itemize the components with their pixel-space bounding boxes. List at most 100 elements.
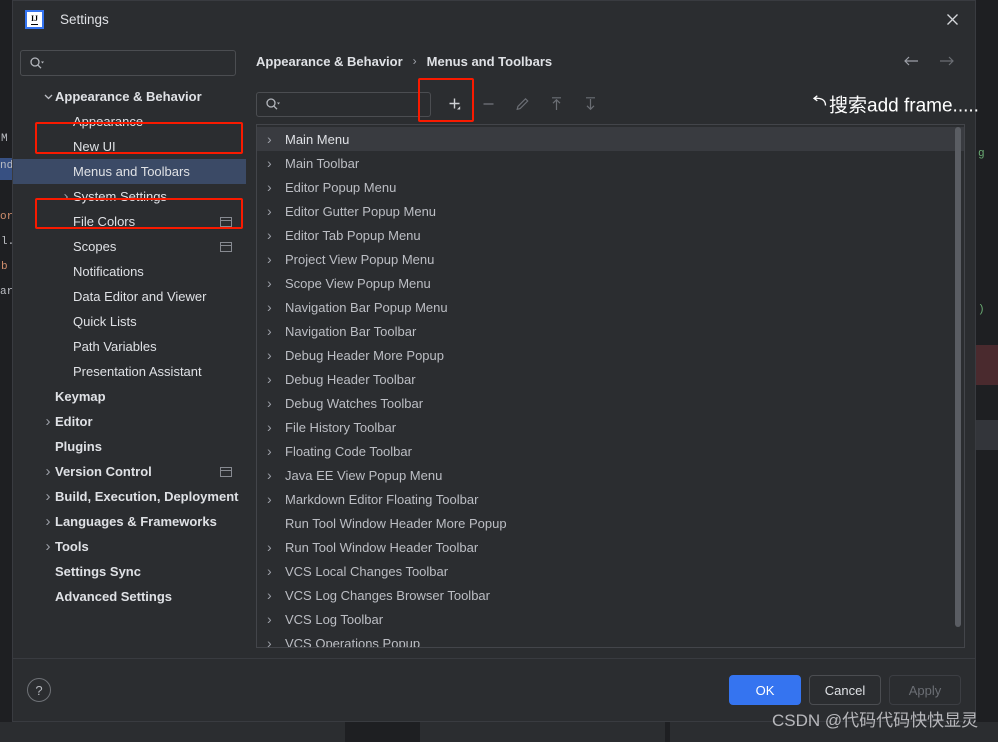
sidebar-item-path-variables[interactable]: Path Variables bbox=[13, 334, 246, 359]
chevron-down-icon[interactable] bbox=[41, 91, 55, 102]
chevron-right-icon[interactable]: › bbox=[41, 513, 55, 530]
chevron-right-icon[interactable]: › bbox=[41, 488, 55, 505]
list-item[interactable]: › Editor Tab Popup Menu bbox=[257, 223, 964, 247]
list-item[interactable]: › Main Toolbar bbox=[257, 151, 964, 175]
ok-button[interactable]: OK bbox=[729, 675, 801, 705]
sidebar-item-label: Languages & Frameworks bbox=[55, 514, 217, 529]
sidebar-item-plugins[interactable]: Plugins bbox=[13, 434, 246, 459]
chevron-right-icon[interactable]: › bbox=[267, 443, 285, 459]
list-item[interactable]: › Editor Gutter Popup Menu bbox=[257, 199, 964, 223]
list-scrollbar[interactable] bbox=[954, 127, 962, 645]
sidebar-item-system-settings[interactable]: › System Settings bbox=[13, 184, 246, 209]
sidebar-item-tools[interactable]: › Tools bbox=[13, 534, 246, 559]
chevron-right-icon[interactable]: › bbox=[267, 611, 285, 627]
chevron-right-icon[interactable]: › bbox=[267, 467, 285, 483]
chevron-right-icon[interactable]: › bbox=[267, 227, 285, 243]
chevron-right-icon[interactable]: › bbox=[267, 395, 285, 411]
chevron-right-icon[interactable]: › bbox=[41, 538, 55, 555]
list-item[interactable]: › VCS Log Toolbar bbox=[257, 607, 964, 631]
list-item[interactable]: › File History Toolbar bbox=[257, 415, 964, 439]
chevron-right-icon[interactable]: › bbox=[267, 539, 285, 555]
chevron-right-icon[interactable]: › bbox=[267, 371, 285, 387]
close-icon[interactable] bbox=[929, 1, 975, 38]
chevron-right-icon[interactable]: › bbox=[267, 299, 285, 315]
sidebar-item-data-editor-and-viewer[interactable]: Data Editor and Viewer bbox=[13, 284, 246, 309]
list-item[interactable]: › Scope View Popup Menu bbox=[257, 271, 964, 295]
chevron-right-icon[interactable]: › bbox=[267, 587, 285, 603]
list-item[interactable]: Run Tool Window Header More Popup bbox=[257, 511, 964, 535]
sidebar-item-appearance[interactable]: Appearance bbox=[13, 109, 246, 134]
toolbar-buttons bbox=[437, 90, 607, 118]
chevron-right-icon[interactable]: › bbox=[59, 188, 73, 205]
list-item-label: Editor Gutter Popup Menu bbox=[285, 203, 437, 219]
sidebar-item-label: System Settings bbox=[73, 189, 167, 204]
sidebar-item-keymap[interactable]: Keymap bbox=[13, 384, 246, 409]
sidebar-item-build-execution-deployment[interactable]: › Build, Execution, Deployment bbox=[13, 484, 246, 509]
chevron-right-icon[interactable]: › bbox=[41, 413, 55, 430]
remove-button[interactable] bbox=[471, 90, 505, 118]
arrow-left-icon[interactable] bbox=[901, 51, 921, 71]
sidebar-item-languages-frameworks[interactable]: › Languages & Frameworks bbox=[13, 509, 246, 534]
chevron-right-icon[interactable]: › bbox=[267, 131, 285, 147]
help-button[interactable]: ? bbox=[27, 678, 51, 702]
chevron-right-icon[interactable]: › bbox=[267, 179, 285, 195]
chevron-right-icon[interactable]: › bbox=[267, 563, 285, 579]
list-item[interactable]: › VCS Log Changes Browser Toolbar bbox=[257, 583, 964, 607]
list-item[interactable]: › Run Tool Window Header Toolbar bbox=[257, 535, 964, 559]
list-item[interactable]: › Debug Watches Toolbar bbox=[257, 391, 964, 415]
chevron-right-icon[interactable]: › bbox=[267, 155, 285, 171]
chevron-right-icon[interactable]: › bbox=[267, 491, 285, 507]
chevron-right-icon[interactable]: › bbox=[267, 347, 285, 363]
breadcrumb-parent[interactable]: Appearance & Behavior bbox=[256, 54, 403, 69]
list-item[interactable]: › Java EE View Popup Menu bbox=[257, 463, 964, 487]
sidebar-item-menus-and-toolbars[interactable]: Menus and Toolbars bbox=[13, 159, 246, 184]
move-up-button[interactable] bbox=[539, 90, 573, 118]
arrow-right-icon[interactable] bbox=[937, 51, 957, 71]
list-item[interactable]: › Debug Header Toolbar bbox=[257, 367, 964, 391]
list-item[interactable]: › VCS Local Changes Toolbar bbox=[257, 559, 964, 583]
list-item[interactable]: › Main Menu bbox=[257, 127, 964, 151]
chevron-right-icon[interactable]: › bbox=[267, 203, 285, 219]
sidebar-search-field[interactable] bbox=[20, 50, 236, 76]
background-text-fragment: M bbox=[1, 133, 8, 145]
move-down-button[interactable] bbox=[573, 90, 607, 118]
sidebar-item-label: Appearance & Behavior bbox=[55, 89, 202, 104]
list-scrollbar-thumb[interactable] bbox=[955, 127, 961, 627]
background-error-marker bbox=[976, 345, 998, 385]
chevron-right-icon[interactable]: › bbox=[41, 463, 55, 480]
sidebar-item-advanced-settings[interactable]: Advanced Settings bbox=[13, 584, 246, 609]
sidebar-item-label: Data Editor and Viewer bbox=[73, 289, 207, 304]
add-button[interactable] bbox=[437, 90, 471, 118]
list-item[interactable]: › Navigation Bar Popup Menu bbox=[257, 295, 964, 319]
list-item[interactable]: › Markdown Editor Floating Toolbar bbox=[257, 487, 964, 511]
list-item-label: Debug Watches Toolbar bbox=[285, 395, 424, 411]
sidebar-item-notifications[interactable]: Notifications bbox=[13, 259, 246, 284]
list-item[interactable]: › Editor Popup Menu bbox=[257, 175, 964, 199]
sidebar-item-file-colors[interactable]: File Colors bbox=[13, 209, 246, 234]
list-item[interactable]: › VCS Operations Popup bbox=[257, 631, 964, 647]
sidebar-item-version-control[interactable]: › Version Control bbox=[13, 459, 246, 484]
sidebar-item-new-ui[interactable]: New UI bbox=[13, 134, 246, 159]
chevron-right-icon[interactable]: › bbox=[267, 635, 285, 647]
list-item[interactable]: › Project View Popup Menu bbox=[257, 247, 964, 271]
chevron-right-icon[interactable]: › bbox=[267, 251, 285, 267]
menus-list[interactable]: › Main Menu › Main Toolbar › Editor Popup Men… bbox=[257, 125, 964, 647]
chevron-right-icon[interactable]: › bbox=[267, 419, 285, 435]
sidebar-item-scopes[interactable]: Scopes bbox=[13, 234, 246, 259]
sidebar-item-presentation-assistant[interactable]: Presentation Assistant bbox=[13, 359, 246, 384]
edit-button[interactable] bbox=[505, 90, 539, 118]
apply-button[interactable]: Apply bbox=[889, 675, 961, 705]
sidebar-item-quick-lists[interactable]: Quick Lists bbox=[13, 309, 246, 334]
sidebar-item-label: Tools bbox=[55, 539, 89, 554]
chevron-right-icon[interactable]: › bbox=[267, 275, 285, 291]
list-item[interactable]: › Debug Header More Popup bbox=[257, 343, 964, 367]
sidebar-item-editor[interactable]: › Editor bbox=[13, 409, 246, 434]
list-item[interactable]: › Floating Code Toolbar bbox=[257, 439, 964, 463]
chevron-right-icon[interactable]: › bbox=[267, 323, 285, 339]
sidebar-item-settings-sync[interactable]: Settings Sync bbox=[13, 559, 246, 584]
list-item[interactable]: › Navigation Bar Toolbar bbox=[257, 319, 964, 343]
cancel-button[interactable]: Cancel bbox=[809, 675, 881, 705]
toolbar-search-input[interactable] bbox=[256, 91, 431, 117]
sidebar-item-appearance-behavior[interactable]: Appearance & Behavior bbox=[13, 84, 246, 109]
sidebar-item-label: Version Control bbox=[55, 464, 152, 479]
